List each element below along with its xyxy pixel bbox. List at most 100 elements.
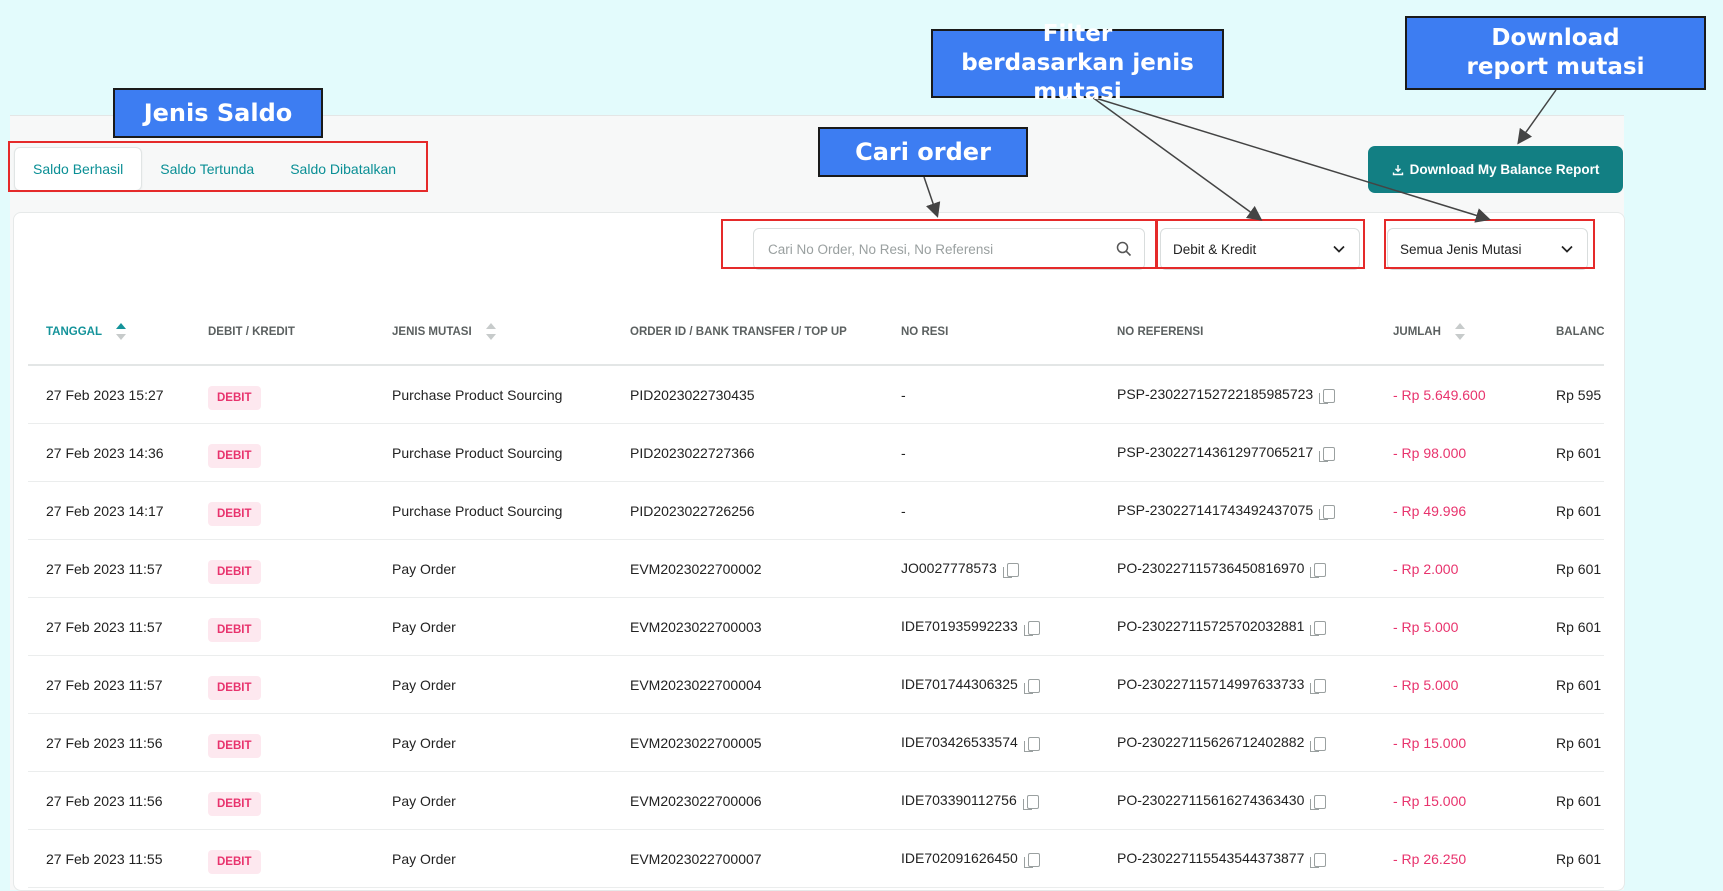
no-referensi-value: PO-230227115616274363430: [1117, 792, 1305, 809]
copy-icon[interactable]: [1023, 678, 1040, 694]
copy-icon[interactable]: [1310, 562, 1327, 578]
debit-badge: DEBIT: [208, 849, 261, 874]
table-row: 27 Feb 2023 14:17 DEBIT Purchase Product S…: [28, 481, 1604, 540]
cell-jumlah: - Rp 5.649.600: [1375, 365, 1538, 424]
cell-jumlah: - Rp 98.000: [1375, 423, 1538, 482]
sort-icon[interactable]: [1454, 322, 1465, 342]
header-jenis-mutasi[interactable]: JENIS MUTASI: [374, 300, 612, 366]
debit-badge: DEBIT: [208, 501, 261, 526]
debit-kredit-select[interactable]: Debit & Kredit: [1160, 228, 1360, 270]
cell-type: DEBIT: [190, 539, 374, 598]
header-label: ORDER ID / BANK TRANSFER / TOP UP: [630, 326, 847, 338]
cell-type: DEBIT: [190, 713, 374, 772]
no-resi-value: IDE703426533574: [901, 734, 1018, 751]
jenis-mutasi-select[interactable]: Semua Jenis Mutasi: [1387, 228, 1588, 270]
header-label: NO RESI: [901, 326, 949, 338]
copy-icon[interactable]: [1310, 620, 1327, 636]
tab-saldo-tertunda[interactable]: Saldo Tertunda: [142, 148, 272, 190]
cell-jumlah: - Rp 5.000: [1375, 655, 1538, 714]
no-referensi-value: PO-230227115736450816970: [1117, 560, 1305, 577]
cell-no-resi: -: [883, 365, 1099, 424]
cell-type: DEBIT: [190, 365, 374, 424]
debit-kredit-value: Debit & Kredit: [1173, 241, 1257, 257]
annotation-download: Download report mutasi: [1405, 16, 1706, 90]
cell-no-referensi: PO-230227115626712402882: [1099, 713, 1375, 772]
cell-no-resi: IDE703426533574: [883, 713, 1099, 772]
copy-icon[interactable]: [1310, 852, 1327, 868]
no-resi-value: IDE703390112756: [901, 792, 1017, 809]
no-referensi-value: PSP-230227141743492437075: [1117, 502, 1314, 519]
header-label: DEBIT / KREDIT: [208, 326, 295, 338]
debit-badge: DEBIT: [208, 617, 261, 642]
cell-order-id: PID2023022727366: [612, 423, 883, 482]
cell-jumlah: - Rp 49.996: [1375, 481, 1538, 540]
search-icon[interactable]: [1116, 241, 1132, 257]
cell-jenis-mutasi: Pay Order: [374, 597, 612, 656]
sort-icon[interactable]: [485, 322, 496, 342]
table-row: 27 Feb 2023 11:56 DEBIT Pay Order EVM202302…: [28, 713, 1604, 772]
cell-tanggal: 27 Feb 2023 11:56: [28, 713, 190, 772]
debit-badge: DEBIT: [208, 385, 261, 410]
cell-type: DEBIT: [190, 597, 374, 656]
copy-icon[interactable]: [1023, 620, 1040, 636]
cell-no-referensi: PSP-230227152722185985723: [1099, 365, 1375, 424]
cell-order-id: EVM2023022700007: [612, 829, 883, 888]
cell-order-id: EVM2023022700003: [612, 597, 883, 656]
header-label: TANGGAL: [46, 326, 103, 339]
copy-icon[interactable]: [1023, 736, 1040, 752]
header-debit-kredit: DEBIT / KREDIT: [190, 300, 374, 366]
cell-order-id: PID2023022730435: [612, 365, 883, 424]
mutation-table: TANGGAL DEBIT / KREDIT JENIS MUTASI ORDE…: [28, 300, 1604, 888]
chevron-down-icon: [1333, 245, 1345, 253]
header-jumlah[interactable]: JUMLAH: [1375, 300, 1538, 366]
copy-icon[interactable]: [1310, 678, 1327, 694]
cell-balance: Rp 601: [1538, 423, 1604, 482]
cell-no-referensi: PO-230227115736450816970: [1099, 539, 1375, 598]
sort-icon[interactable]: [116, 322, 127, 342]
cell-tanggal: 27 Feb 2023 15:27: [28, 365, 190, 424]
search-input[interactable]: [766, 240, 1116, 258]
header-tanggal[interactable]: TANGGAL: [28, 300, 190, 366]
cell-no-resi: IDE702091626450: [883, 829, 1099, 888]
debit-badge: DEBIT: [208, 675, 261, 700]
copy-icon[interactable]: [1310, 794, 1327, 810]
header-label: JENIS MUTASI: [392, 326, 472, 339]
cell-no-resi: IDE703390112756: [883, 771, 1099, 830]
header-no-referensi: NO REFERENSI: [1099, 300, 1375, 366]
copy-icon[interactable]: [1310, 736, 1327, 752]
copy-icon[interactable]: [1023, 852, 1040, 868]
annotation-label: Jenis Saldo: [143, 99, 293, 127]
copy-icon[interactable]: [1002, 562, 1019, 578]
copy-icon[interactable]: [1319, 446, 1336, 462]
download-report-button[interactable]: Download My Balance Report: [1368, 146, 1623, 193]
copy-icon[interactable]: [1022, 794, 1039, 810]
cell-no-referensi: PSP-230227141743492437075: [1099, 481, 1375, 540]
debit-badge: DEBIT: [208, 559, 261, 584]
cell-tanggal: 27 Feb 2023 14:36: [28, 423, 190, 482]
cell-balance: Rp 601: [1538, 655, 1604, 714]
no-referensi-value: PSP-230227152722185985723: [1117, 386, 1314, 403]
table-row: 27 Feb 2023 11:56 DEBIT Pay Order EVM202302…: [28, 771, 1604, 830]
cell-jenis-mutasi: Purchase Product Sourcing: [374, 423, 612, 482]
cell-jenis-mutasi: Purchase Product Sourcing: [374, 481, 612, 540]
cell-balance: Rp 595: [1538, 365, 1604, 424]
cell-tanggal: 27 Feb 2023 11:55: [28, 829, 190, 888]
cell-no-referensi: PO-230227115725702032881: [1099, 597, 1375, 656]
cell-no-resi: -: [883, 481, 1099, 540]
tab-saldo-dibatalkan[interactable]: Saldo Dibatalkan: [272, 148, 414, 190]
table-header-row: TANGGAL DEBIT / KREDIT JENIS MUTASI ORDE…: [28, 300, 1604, 366]
header-no-resi: NO RESI: [883, 300, 1099, 366]
cell-jumlah: - Rp 26.250: [1375, 829, 1538, 888]
table-row: 27 Feb 2023 14:36 DEBIT Purchase Product S…: [28, 423, 1604, 482]
copy-icon[interactable]: [1319, 504, 1336, 520]
annotation-cari-order: Cari order: [818, 127, 1028, 177]
tab-saldo-berhasil[interactable]: Saldo Berhasil: [14, 147, 143, 191]
copy-icon[interactable]: [1319, 388, 1336, 404]
cell-no-referensi: PO-230227115543544373877: [1099, 829, 1375, 888]
cell-tanggal: 27 Feb 2023 14:17: [28, 481, 190, 540]
debit-badge: DEBIT: [208, 443, 261, 468]
no-resi-value: -: [901, 444, 906, 461]
cell-jenis-mutasi: Pay Order: [374, 713, 612, 772]
cell-jumlah: - Rp 2.000: [1375, 539, 1538, 598]
debit-badge: DEBIT: [208, 733, 261, 758]
